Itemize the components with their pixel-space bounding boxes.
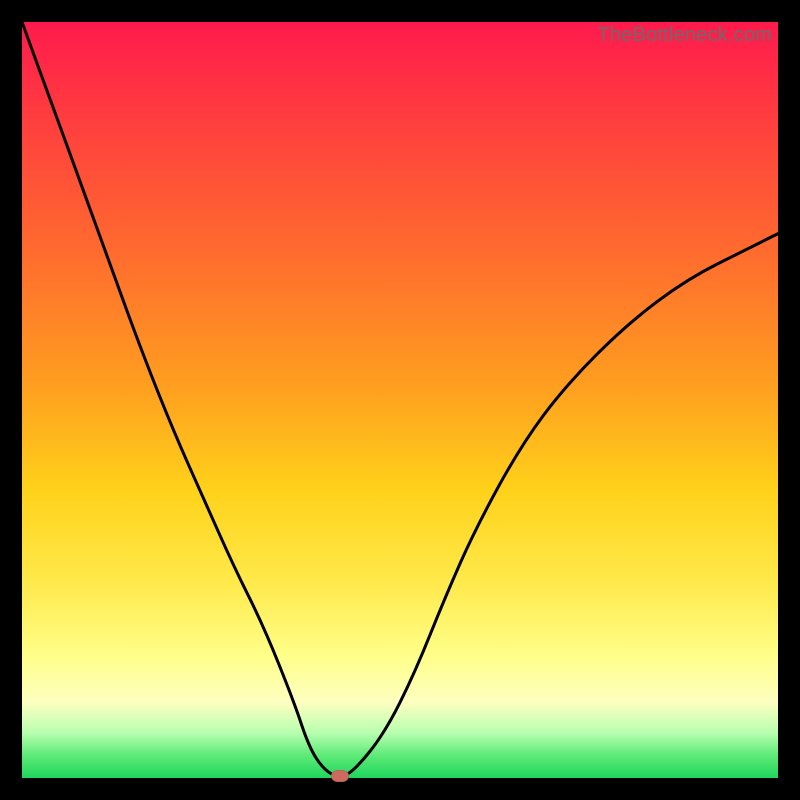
chart-frame: TheBottleneck.com bbox=[0, 0, 800, 800]
bottleneck-curve bbox=[22, 22, 778, 778]
chart-plot-area: TheBottleneck.com bbox=[22, 22, 778, 778]
optimal-point-marker bbox=[331, 770, 349, 782]
